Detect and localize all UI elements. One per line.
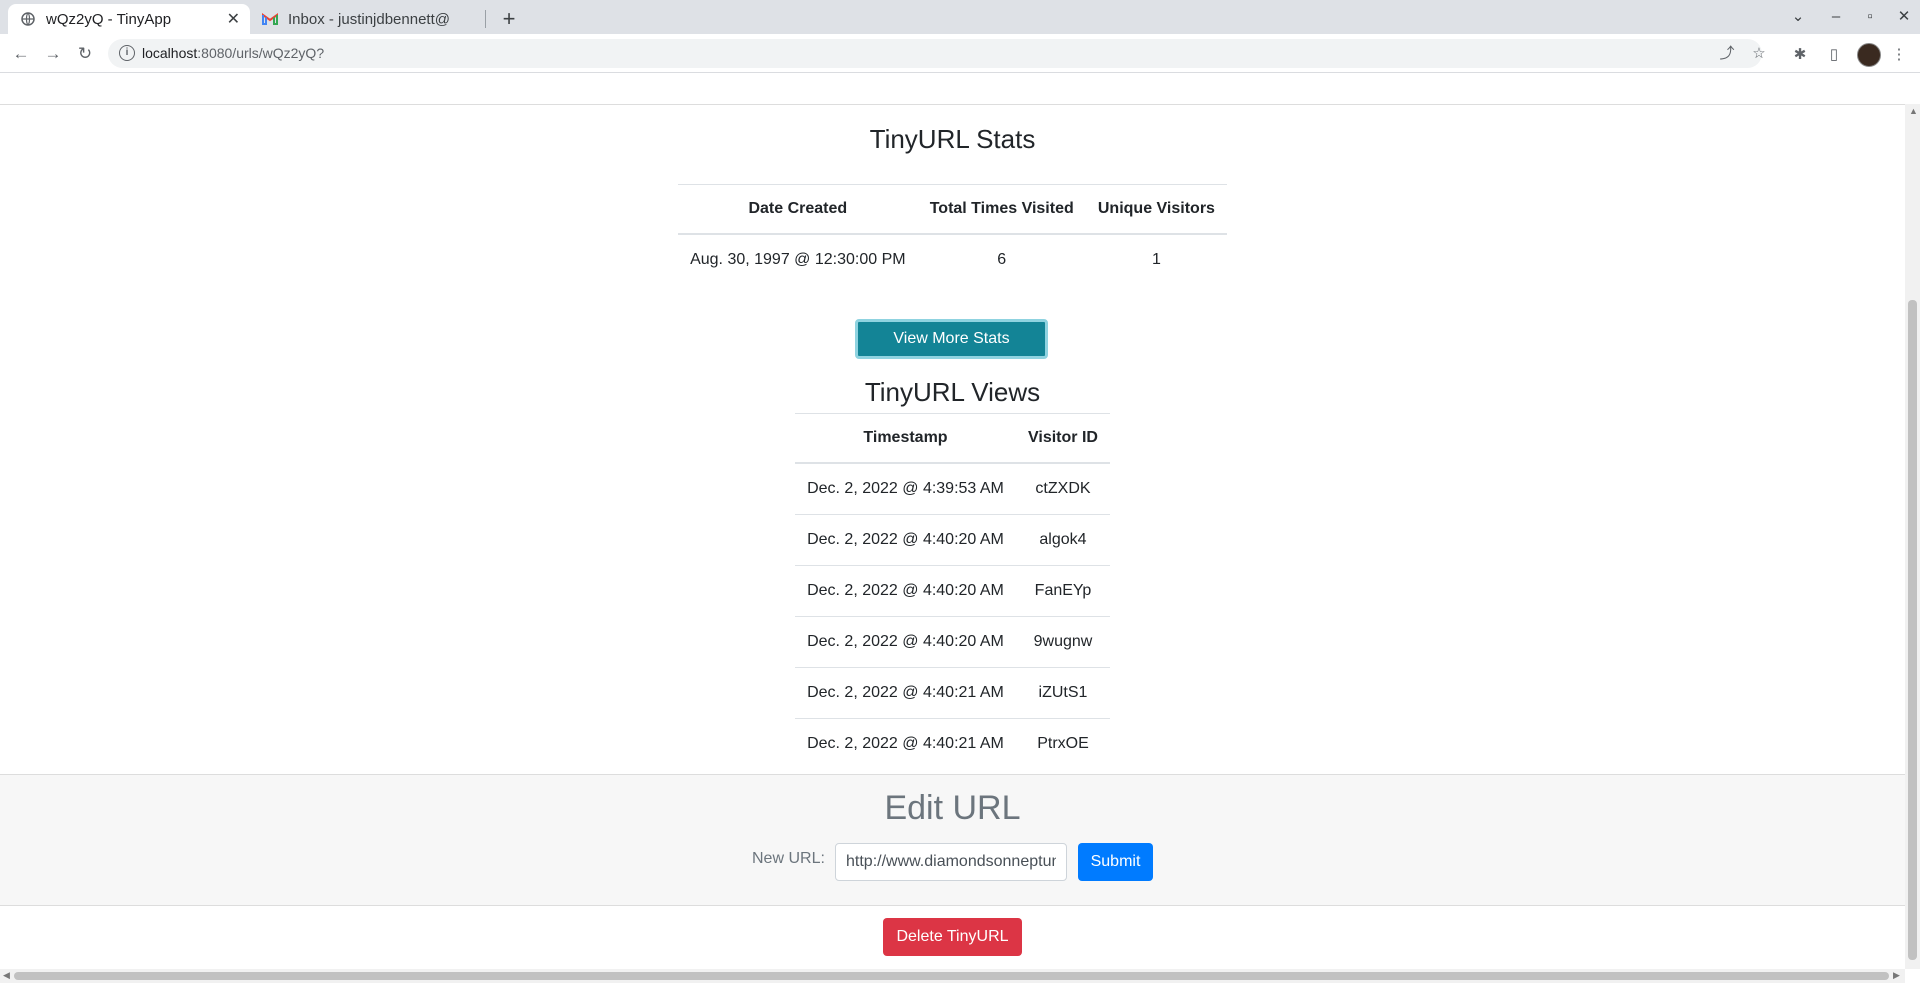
url-path: :8080/urls/wQz2yQ? bbox=[197, 45, 325, 61]
menu-icon[interactable]: ⋮ bbox=[1889, 45, 1909, 65]
side-panel-icon[interactable]: ▯ bbox=[1824, 45, 1844, 65]
table-row: Aug. 30, 1997 @ 12:30:00 PM 6 1 bbox=[678, 234, 1227, 285]
table-row: Dec. 2, 2022 @ 4:40:21 AM iZUtS1 bbox=[795, 667, 1110, 719]
visitor-id-cell: FanEYp bbox=[1015, 565, 1110, 617]
col-date-created: Date Created bbox=[678, 184, 918, 235]
vertical-scrollbar-thumb[interactable] bbox=[1908, 300, 1917, 960]
share-icon[interactable]: ⤴ bbox=[1716, 43, 1738, 65]
tab-title: wQz2yQ - TinyApp bbox=[46, 10, 172, 28]
table-row: Dec. 2, 2022 @ 4:40:20 AM algok4 bbox=[795, 514, 1110, 566]
visitor-id-cell: ctZXDK bbox=[1015, 463, 1110, 515]
table-row: Dec. 2, 2022 @ 4:39:53 AM ctZXDK bbox=[795, 463, 1110, 515]
extensions-icon[interactable]: ✱ bbox=[1790, 45, 1810, 65]
horizontal-scrollbar-thumb[interactable] bbox=[14, 972, 1889, 980]
scroll-up-arrow-icon[interactable]: ▲ bbox=[1909, 106, 1918, 116]
col-unique-visitors: Unique Visitors bbox=[1085, 184, 1227, 235]
new-url-input[interactable] bbox=[835, 843, 1067, 881]
scroll-left-arrow-icon[interactable]: ◀ bbox=[3, 970, 10, 981]
address-bar[interactable]: i localhost:8080/urls/wQz2yQ? ⤴ ☆ bbox=[108, 39, 1766, 68]
edit-url-section: Edit URL New URL: Submit bbox=[0, 774, 1905, 906]
stats-table: Date Created Total Times Visited Unique … bbox=[678, 184, 1227, 285]
views-title: TinyURL Views bbox=[864, 377, 1041, 407]
url-text[interactable]: localhost:8080/urls/wQz2yQ? bbox=[142, 45, 324, 61]
site-info-icon[interactable]: i bbox=[119, 45, 135, 61]
stats-header-row: Date Created Total Times Visited Unique … bbox=[678, 184, 1227, 235]
timestamp-cell: Dec. 2, 2022 @ 4:40:20 AM bbox=[795, 565, 1016, 617]
timestamp-cell: Dec. 2, 2022 @ 4:39:53 AM bbox=[795, 463, 1016, 515]
submit-button[interactable]: Submit bbox=[1078, 843, 1153, 881]
table-row: Dec. 2, 2022 @ 4:40:20 AM FanEYp bbox=[795, 565, 1110, 617]
reload-icon[interactable]: ↻ bbox=[72, 41, 98, 67]
view-more-stats-button[interactable]: View More Stats bbox=[855, 319, 1048, 359]
col-timestamp: Timestamp bbox=[795, 413, 1016, 464]
tab-separator bbox=[485, 10, 486, 28]
table-row: Dec. 2, 2022 @ 4:40:21 AM PtrxOE bbox=[795, 719, 1110, 770]
minimize-icon[interactable]: – bbox=[1824, 6, 1848, 28]
close-tab-icon[interactable]: ✕ bbox=[227, 9, 240, 29]
tab-search-icon[interactable]: ⌄ bbox=[1786, 6, 1810, 28]
unique-visitors-value: 1 bbox=[1151, 251, 1161, 268]
browser-toolbar: ← → ↻ i localhost:8080/urls/wQz2yQ? ⤴ ☆ … bbox=[0, 34, 1920, 73]
scroll-right-arrow-icon[interactable]: ▶ bbox=[1893, 970, 1900, 981]
visitor-id-cell: PtrxOE bbox=[1037, 735, 1089, 752]
views-table: Timestamp Visitor ID Dec. 2, 2022 @ 4:39… bbox=[795, 413, 1110, 769]
restore-icon[interactable]: ▫ bbox=[1858, 6, 1882, 28]
back-icon[interactable]: ← bbox=[8, 41, 34, 67]
timestamp-cell: Dec. 2, 2022 @ 4:40:20 AM bbox=[795, 616, 1016, 668]
total-visits-value: 6 bbox=[997, 251, 1007, 268]
tab-title-inbox: Inbox - justinjdbennett@ bbox=[288, 10, 450, 28]
delete-tinyurl-button[interactable]: Delete TinyURL bbox=[883, 918, 1022, 956]
tab-bar: wQz2yQ - TinyApp ✕ Inbox - justinjdbenne… bbox=[0, 0, 1920, 34]
profile-avatar[interactable] bbox=[1857, 43, 1881, 67]
edit-url-title: Edit URL bbox=[884, 789, 1021, 827]
close-window-icon[interactable]: ✕ bbox=[1892, 6, 1916, 28]
visitor-id-cell: iZUtS1 bbox=[1015, 667, 1110, 719]
page-viewport: TinyURL Stats Date Created Total Times V… bbox=[0, 104, 1905, 969]
new-url-label: New URL: bbox=[752, 850, 825, 867]
visitor-id-cell: 9wugnw bbox=[1015, 616, 1110, 668]
timestamp-cell: Dec. 2, 2022 @ 4:40:20 AM bbox=[795, 514, 1016, 566]
stats-header: TinyURL Stats bbox=[0, 124, 1905, 155]
views-header-row: Timestamp Visitor ID bbox=[795, 413, 1110, 464]
views-header: TinyURL Views bbox=[0, 377, 1905, 408]
date-created-value: Aug. 30, 1997 @ 12:30:00 PM bbox=[690, 251, 906, 268]
forward-icon[interactable]: → bbox=[40, 41, 66, 67]
stats-title: TinyURL Stats bbox=[869, 124, 1036, 154]
visitor-id-cell: algok4 bbox=[1015, 514, 1110, 566]
bookmark-star-icon[interactable]: ☆ bbox=[1748, 43, 1770, 65]
col-visitor-id: Visitor ID bbox=[1015, 413, 1110, 464]
timestamp-cell: Dec. 2, 2022 @ 4:40:21 AM bbox=[795, 667, 1016, 719]
divider bbox=[0, 104, 1905, 105]
timestamp-cell: Dec. 2, 2022 @ 4:40:21 AM bbox=[807, 735, 1004, 752]
tab-active[interactable]: wQz2yQ - TinyApp ✕ bbox=[8, 4, 250, 34]
tab-inbox[interactable]: Inbox - justinjdbennett@ bbox=[252, 4, 484, 34]
col-total-visits: Total Times Visited bbox=[917, 184, 1086, 235]
url-host: localhost bbox=[142, 45, 198, 61]
globe-icon bbox=[20, 11, 36, 27]
gmail-icon bbox=[262, 11, 278, 27]
new-tab-button[interactable]: + bbox=[496, 6, 522, 32]
table-row: Dec. 2, 2022 @ 4:40:20 AM 9wugnw bbox=[795, 616, 1110, 668]
